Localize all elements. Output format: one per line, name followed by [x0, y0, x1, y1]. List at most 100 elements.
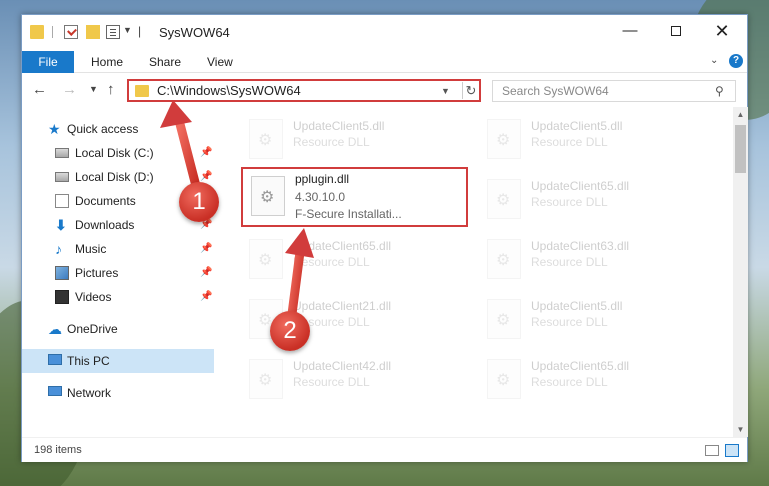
file-name: UpdateClient21.dll: [293, 299, 392, 313]
sidebar-item-label: Pictures: [75, 266, 119, 280]
dll-file-icon: [251, 176, 285, 216]
disk-icon: [55, 148, 69, 158]
pictures-icon: [55, 266, 69, 280]
maximize-icon: [671, 26, 681, 37]
navigation-pane: ★ Quick access Local Disk (C:) 📌 Local D…: [22, 107, 214, 437]
refresh-icon[interactable]: ↻: [462, 82, 479, 99]
scroll-up-arrow-icon[interactable]: ▲: [733, 107, 748, 122]
minimize-button[interactable]: —: [607, 15, 653, 47]
tab-view[interactable]: View: [207, 51, 233, 73]
file-name: UpdateClient65.dll: [531, 359, 630, 373]
pin-icon[interactable]: 📌: [200, 291, 212, 302]
file-item[interactable]: UpdateClient5.dll Resource DLL: [241, 111, 461, 167]
pin-icon[interactable]: 📌: [200, 243, 212, 254]
search-input[interactable]: Search SysWOW64 ⚲: [492, 80, 736, 102]
tab-share[interactable]: Share: [149, 51, 181, 73]
file-version: 4.30.10.0: [295, 190, 346, 204]
file-list: UpdateClient5.dll Resource DLL UpdateCli…: [215, 107, 733, 437]
details-view-icon[interactable]: [705, 445, 719, 456]
file-item[interactable]: UpdateClient65.dll Resource DLL: [479, 171, 699, 227]
file-item[interactable]: UpdateClient63.dll Resource DLL: [479, 231, 699, 287]
explorer-window: ▼ | SysWOW64 — ✕ File Home Share View ⌄ …: [21, 14, 748, 462]
file-type: Resource DLL: [531, 135, 608, 149]
search-icon[interactable]: ⚲: [715, 84, 724, 98]
sidebar-item-label: This PC: [67, 354, 110, 368]
vertical-scrollbar[interactable]: ▲ ▼: [733, 107, 748, 437]
ribbon-tabs: File Home Share View ⌄ ?: [22, 51, 747, 73]
file-type: Resource DLL: [293, 255, 370, 269]
file-type: Resource DLL: [531, 315, 608, 329]
folder-icon[interactable]: [30, 25, 44, 39]
file-name: UpdateClient65.dll: [531, 179, 630, 193]
title-divider: |: [138, 24, 142, 38]
file-type: Resource DLL: [531, 255, 608, 269]
sidebar-item-local-disk-d[interactable]: Local Disk (D:) 📌: [22, 165, 214, 189]
recent-locations-chevron-icon[interactable]: ▼: [89, 84, 98, 94]
sidebar-item-quick-access[interactable]: ★ Quick access: [22, 117, 214, 141]
dll-file-icon: [487, 299, 521, 339]
item-count: 198 items: [34, 444, 82, 456]
folder-icon: [135, 85, 149, 97]
star-icon: ★: [48, 121, 61, 137]
sidebar-item-this-pc[interactable]: This PC: [22, 349, 214, 373]
address-dropdown-chevron-icon[interactable]: ▼: [441, 86, 450, 96]
search-placeholder: Search SysWOW64: [502, 84, 609, 98]
navigation-bar: ← → ▼ ↑ C:\Windows\SysWOW64 ▼ ↻ Search S…: [22, 73, 747, 107]
step-1-badge: 1: [179, 182, 219, 222]
sidebar-item-label: Music: [75, 242, 107, 256]
sidebar-item-music[interactable]: ♪ Music 📌: [22, 237, 214, 261]
sidebar-item-label: Videos: [75, 290, 112, 304]
dll-file-icon: [487, 179, 521, 219]
file-description: F-Secure Installati...: [295, 207, 402, 221]
properties-icon[interactable]: [106, 25, 120, 39]
title-bar: ▼ | SysWOW64 — ✕: [22, 15, 747, 51]
tiles-view-icon[interactable]: [725, 444, 739, 457]
cloud-icon: ☁: [48, 321, 62, 337]
back-arrow-icon[interactable]: ←: [32, 81, 47, 98]
file-item[interactable]: UpdateClient5.dll Resource DLL: [479, 111, 699, 167]
file-item[interactable]: UpdateClient42.dll Resource DLL: [241, 351, 461, 407]
properties-check-icon[interactable]: [64, 25, 78, 39]
file-item[interactable]: UpdateClient65.dll Resource DLL: [241, 231, 461, 287]
scroll-down-arrow-icon[interactable]: ▼: [733, 422, 748, 437]
documents-icon: [55, 194, 69, 208]
file-type: Resource DLL: [293, 135, 370, 149]
sidebar-item-label: Quick access: [67, 122, 139, 136]
disk-icon: [55, 172, 69, 182]
sidebar-item-local-disk-c[interactable]: Local Disk (C:) 📌: [22, 141, 214, 165]
sidebar-item-label: Local Disk (D:): [75, 170, 154, 184]
sidebar-item-network[interactable]: Network: [22, 381, 214, 405]
sidebar-item-label: Documents: [75, 194, 136, 208]
file-item[interactable]: UpdateClient5.dll Resource DLL: [479, 291, 699, 347]
help-icon[interactable]: ?: [729, 54, 743, 68]
new-folder-icon[interactable]: [86, 25, 100, 39]
file-item[interactable]: UpdateClient65.dll Resource DLL: [479, 351, 699, 407]
up-arrow-icon[interactable]: ↑: [107, 81, 115, 98]
customize-toolbar-dropdown-icon[interactable]: ▼: [123, 25, 132, 35]
file-type: Resource DLL: [531, 195, 608, 209]
tab-home[interactable]: Home: [91, 51, 123, 73]
close-button[interactable]: ✕: [699, 15, 745, 47]
pin-icon[interactable]: 📌: [200, 267, 212, 278]
file-name: UpdateClient65.dll: [293, 239, 392, 253]
tab-file[interactable]: File: [22, 51, 74, 73]
address-path[interactable]: C:\Windows\SysWOW64: [157, 83, 301, 98]
expand-ribbon-chevron-icon[interactable]: ⌄: [710, 55, 718, 66]
file-name: UpdateClient42.dll: [293, 359, 392, 373]
pin-icon[interactable]: 📌: [200, 171, 212, 182]
sidebar-item-onedrive[interactable]: ☁ OneDrive: [22, 317, 214, 341]
address-bar[interactable]: C:\Windows\SysWOW64 ▼ ↻: [127, 79, 481, 102]
sidebar-item-videos[interactable]: Videos 📌: [22, 285, 214, 309]
sidebar-item-label: OneDrive: [67, 322, 118, 336]
dll-file-icon: [249, 359, 283, 399]
scrollbar-thumb[interactable]: [735, 125, 746, 173]
file-item-pplugin[interactable]: pplugin.dll 4.30.10.0 F-Secure Installat…: [241, 167, 468, 227]
file-name: UpdateClient63.dll: [531, 239, 630, 253]
file-name: UpdateClient5.dll: [531, 119, 623, 133]
dll-file-icon: [249, 239, 283, 279]
sidebar-item-pictures[interactable]: Pictures 📌: [22, 261, 214, 285]
maximize-button[interactable]: [653, 15, 699, 47]
pin-icon[interactable]: 📌: [200, 147, 212, 158]
toolbar-divider: [52, 26, 53, 38]
forward-arrow-icon[interactable]: →: [62, 81, 77, 98]
